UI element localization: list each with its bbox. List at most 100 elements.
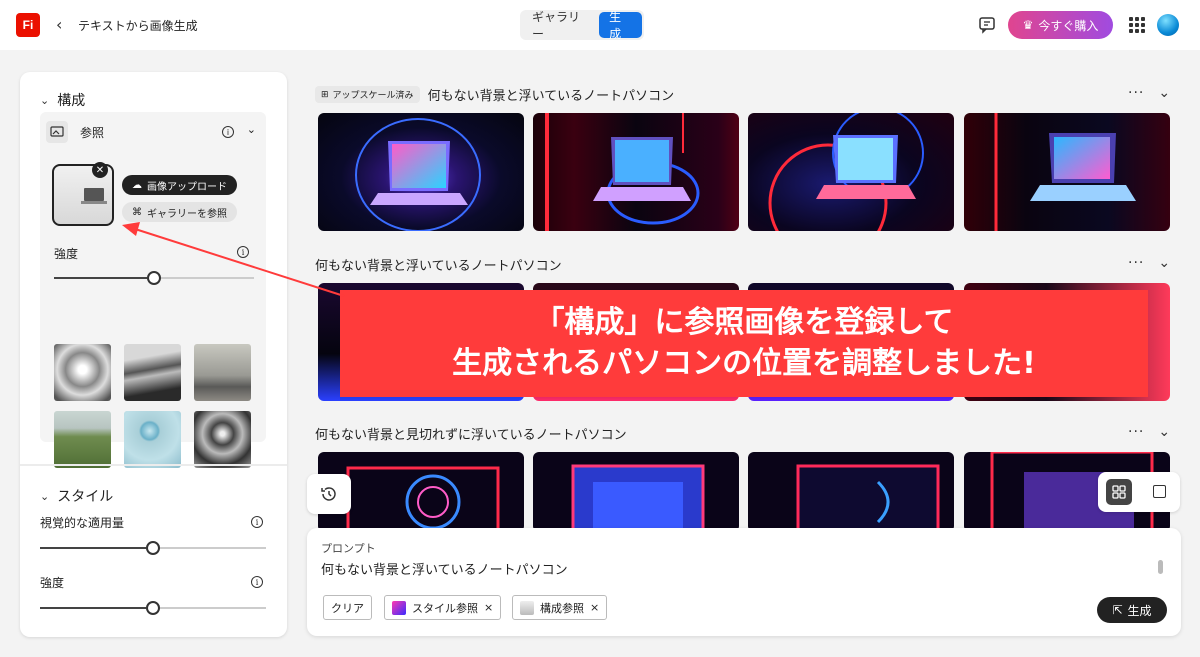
style-strength-slider[interactable] <box>40 601 266 615</box>
composition-reference-label: 構成参照 <box>540 601 584 615</box>
reference-image-icon <box>46 121 68 143</box>
annotation-line-1: 「構成」に参照画像を登録して <box>534 305 954 340</box>
group-actions: ··· ⌄ <box>1128 85 1171 101</box>
generated-image[interactable] <box>533 113 739 231</box>
more-icon[interactable]: ··· <box>1128 255 1144 271</box>
composition-header[interactable]: ⌄ 構成 <box>40 90 85 110</box>
group-title: 何もない背景と浮いているノートパソコン <box>427 89 675 104</box>
composition-reference-thumbnail <box>520 600 534 615</box>
annotation-banner: 「構成」に参照画像を登録して 生成されるパソコンの位置を調整しました! <box>340 290 1148 397</box>
history-icon <box>321 487 336 501</box>
chevron-down-icon[interactable]: ⌄ <box>1158 255 1171 271</box>
laptop-graphic <box>355 118 481 231</box>
style-reference-thumbnail <box>392 600 406 615</box>
feedback-icon[interactable] <box>978 16 996 34</box>
slider-fill <box>40 607 146 609</box>
generate-icon: ⇱ <box>1112 603 1123 617</box>
annotation-line-2: 生成されるパソコンの位置を調整しました! <box>452 346 1036 381</box>
prompt-scrollbar[interactable] <box>1158 560 1163 574</box>
buy-now-label: 今すぐ購入 <box>1038 18 1099 33</box>
apps-grid-icon[interactable] <box>1129 17 1145 33</box>
browse-gallery-button[interactable]: ⌘ ギャラリーを参照 <box>122 202 237 222</box>
preset-sphere[interactable] <box>124 411 181 468</box>
section-divider <box>20 464 287 466</box>
chevron-down-icon: ⌄ <box>40 489 50 503</box>
preset-road-field[interactable] <box>54 411 111 468</box>
chevron-down-icon[interactable]: ⌄ <box>247 123 256 136</box>
prompt-label: プロンプト <box>321 542 376 555</box>
close-icon[interactable]: × <box>590 601 599 614</box>
crown-icon: ♛ <box>1022 18 1034 32</box>
app-header: Fi ‹ テキストから画像生成 ギャラリー 生成 ♛ 今すぐ購入 <box>0 0 1200 50</box>
upscale-icon: ⊞ <box>321 89 329 100</box>
clear-label: クリア <box>331 601 364 615</box>
composition-title: 構成 <box>57 93 86 109</box>
generated-image[interactable] <box>748 452 954 532</box>
style-strength-label: 強度 <box>40 576 65 590</box>
group-title: 何もない背景と浮いているノートパソコン <box>315 259 562 274</box>
visual-intensity-slider[interactable] <box>40 541 266 555</box>
slider-fill <box>40 547 146 549</box>
close-icon[interactable]: × <box>484 601 493 614</box>
info-icon[interactable]: i <box>251 516 263 528</box>
more-icon[interactable]: ··· <box>1128 85 1144 101</box>
composition-reference-chip[interactable]: 構成参照 × <box>512 595 608 620</box>
style-reference-label: スタイル参照 <box>412 601 478 615</box>
generated-image[interactable] <box>748 113 954 231</box>
generate-label: 生成 <box>1127 603 1152 618</box>
style-header[interactable]: ⌄ スタイル <box>40 486 113 506</box>
preset-bird-sketch[interactable] <box>54 344 111 401</box>
slider-knob[interactable] <box>146 541 160 555</box>
mode-switch: ギャラリー 生成 <box>520 10 644 41</box>
style-title: スタイル <box>57 489 114 505</box>
chevron-down-icon: ⌄ <box>40 93 50 107</box>
binoculars-icon: ⌘ <box>132 206 142 218</box>
reference-label: 参照 <box>80 125 105 140</box>
remove-reference-icon[interactable]: ✕ <box>92 162 108 178</box>
info-icon[interactable]: i <box>222 126 234 138</box>
single-view-icon[interactable] <box>1153 485 1166 498</box>
generated-image[interactable] <box>318 113 524 231</box>
group-header: 何もない背景と見切れずに浮いているノートパソコン <box>315 424 627 443</box>
more-icon[interactable]: ··· <box>1128 424 1144 440</box>
tab-generate[interactable]: 生成 <box>599 10 642 41</box>
style-reference-chip[interactable]: スタイル参照 × <box>384 595 502 620</box>
clear-button[interactable]: クリア <box>323 595 372 620</box>
prompt-input[interactable]: 何もない背景と浮いているノートパソコン <box>321 559 568 578</box>
composition-strength-slider[interactable] <box>54 271 254 285</box>
preset-owl-sketch[interactable] <box>194 411 251 468</box>
buy-now-button[interactable]: ♛ 今すぐ購入 <box>1008 11 1113 39</box>
composition-strength-label: 強度 <box>54 247 79 261</box>
info-icon[interactable]: i <box>251 576 263 588</box>
slider-knob[interactable] <box>146 601 160 615</box>
laptop-graphic <box>545 113 700 231</box>
preset-living-room[interactable] <box>194 344 251 401</box>
settings-panel: ⌄ 構成 参照 i ⌄ ✕ ☁ 画像アップロード ⌘ ギャラリーを参照 強度 i <box>20 72 287 637</box>
generated-image[interactable] <box>533 452 739 532</box>
chevron-down-icon[interactable]: ⌄ <box>1158 424 1171 440</box>
firefly-logo[interactable]: Fi <box>16 13 40 37</box>
tab-gallery[interactable]: ギャラリー <box>522 10 599 41</box>
grid-view-icon[interactable] <box>1106 479 1132 505</box>
avatar[interactable] <box>1157 14 1179 36</box>
prompt-bar: プロンプト 何もない背景と浮いているノートパソコン クリア スタイル参照 × 構… <box>307 528 1181 636</box>
info-icon[interactable]: i <box>237 246 249 258</box>
upload-image-label: 画像アップロード <box>147 181 227 193</box>
cloud-upload-icon: ☁ <box>132 179 142 191</box>
laptop-graphic <box>768 113 924 231</box>
chevron-down-icon[interactable]: ⌄ <box>1158 85 1171 101</box>
group-actions: ··· ⌄ <box>1128 255 1171 271</box>
history-button[interactable] <box>307 474 351 514</box>
laptop-thumbnail-base <box>81 201 107 204</box>
group-header: ⊞ アップスケール済み 何もない背景と浮いているノートパソコン <box>315 85 674 104</box>
slider-knob[interactable] <box>147 271 161 285</box>
generated-image[interactable] <box>964 113 1170 231</box>
group-title: 何もない背景と見切れずに浮いているノートパソコン <box>315 428 627 443</box>
preset-valley[interactable] <box>124 344 181 401</box>
upload-image-button[interactable]: ☁ 画像アップロード <box>122 175 237 195</box>
chevron-left-icon[interactable]: ‹ <box>56 15 62 34</box>
page-title: テキストから画像生成 <box>78 19 198 33</box>
generate-button[interactable]: ⇱ 生成 <box>1097 597 1167 623</box>
group-actions: ··· ⌄ <box>1128 424 1171 440</box>
browse-gallery-label: ギャラリーを参照 <box>147 208 227 220</box>
